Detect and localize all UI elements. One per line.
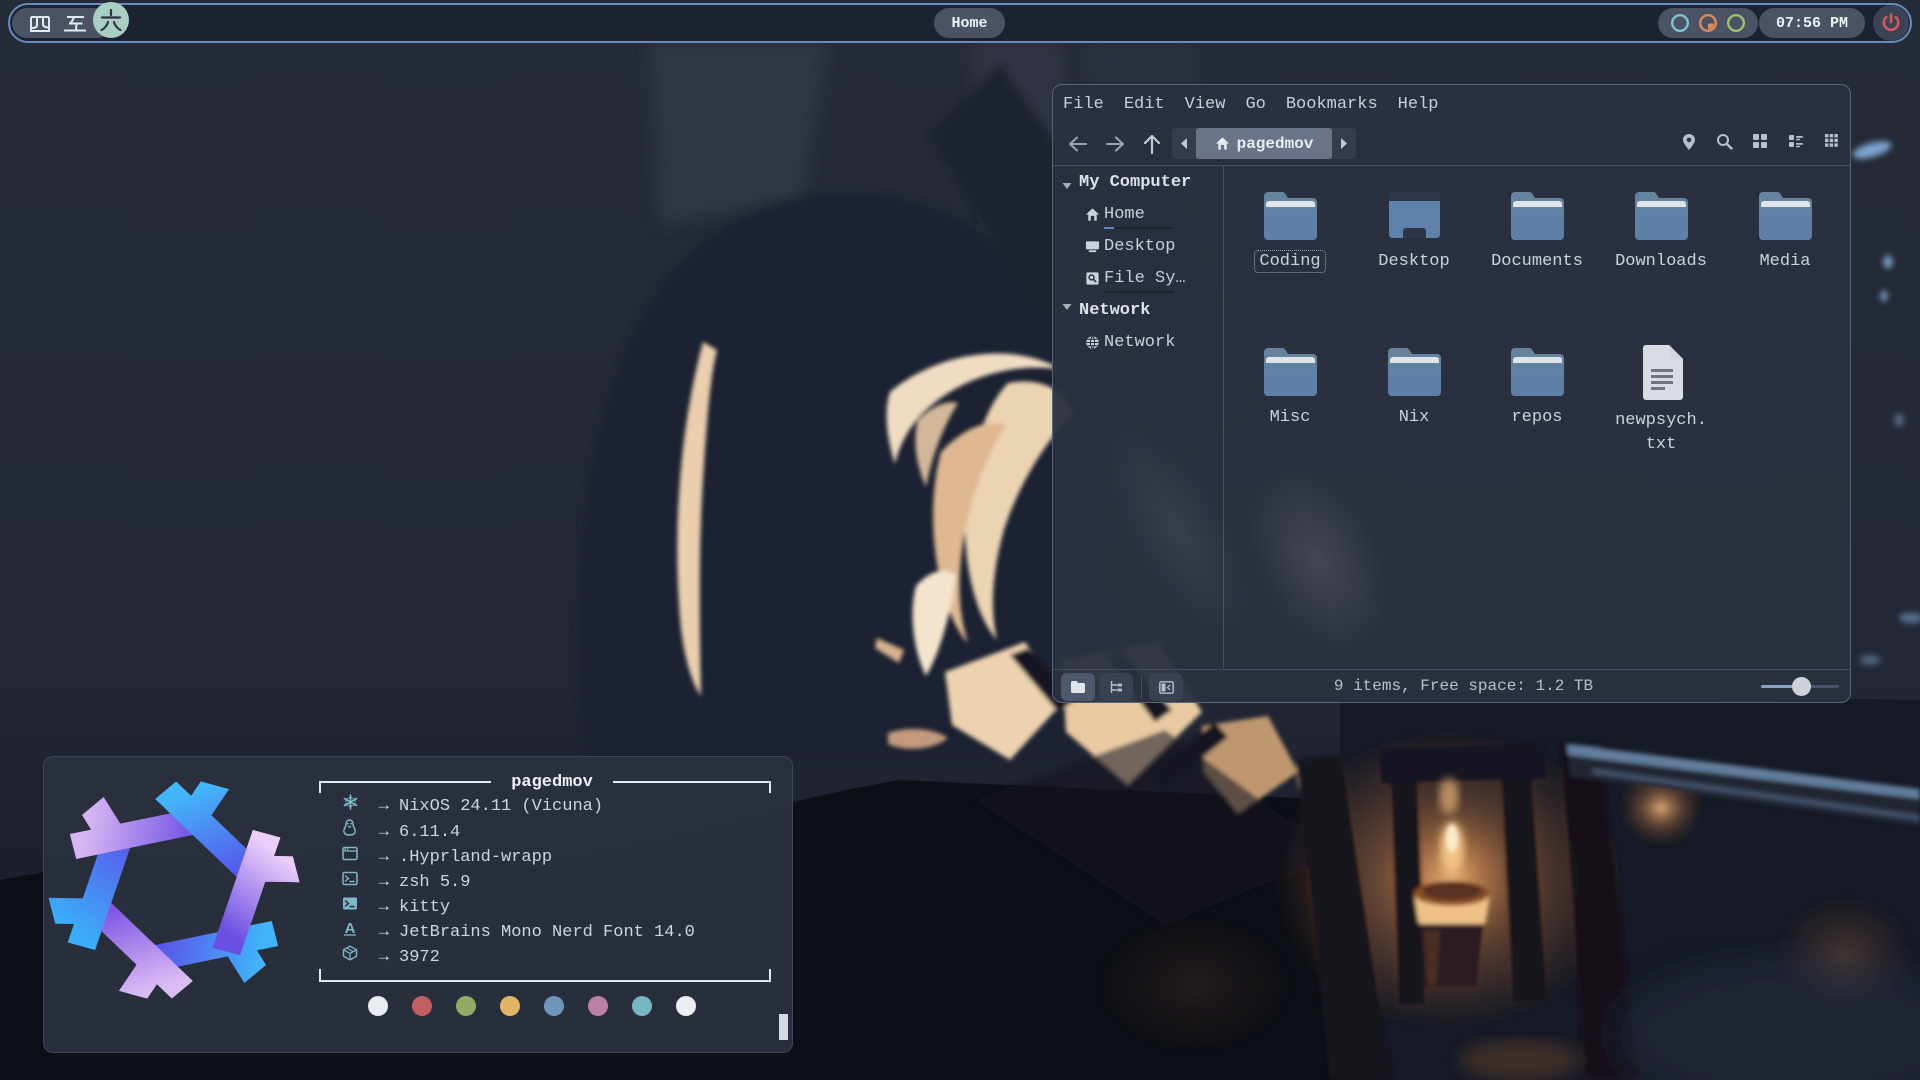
svg-text:A: A bbox=[345, 920, 356, 936]
